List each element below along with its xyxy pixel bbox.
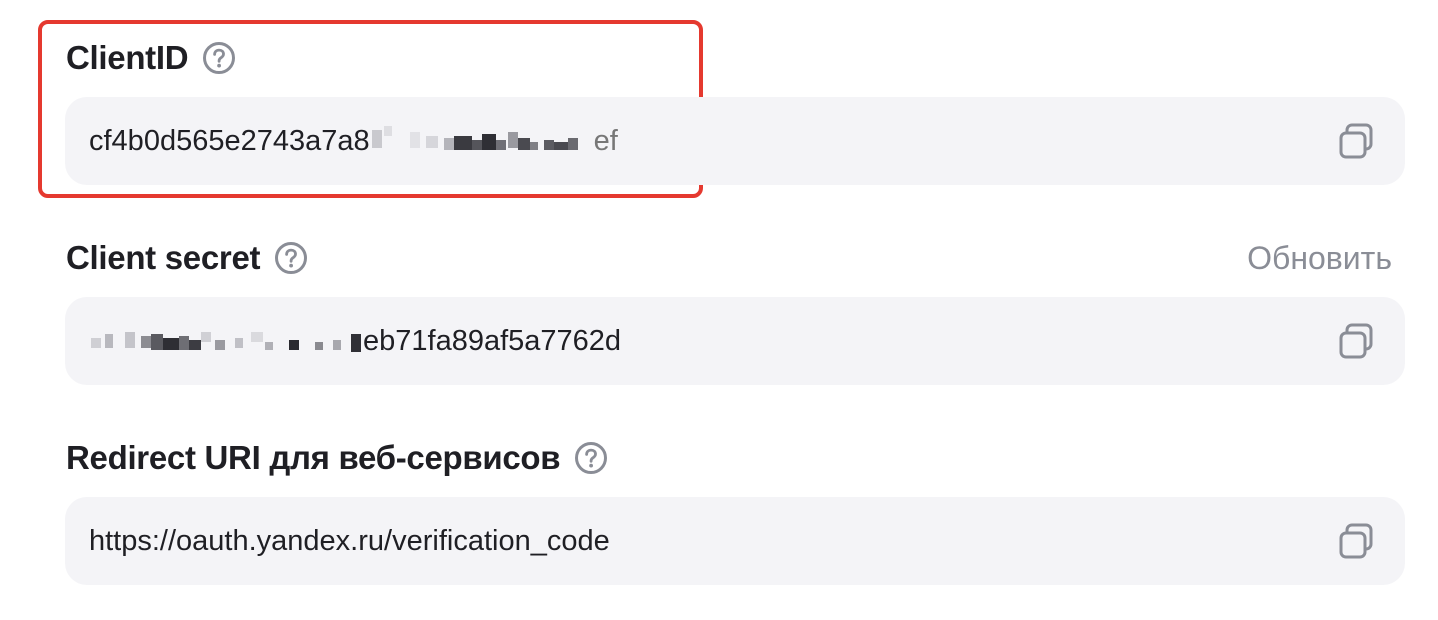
client-secret-obscured-pixelation: [89, 326, 363, 356]
clientid-value-prefix: cf4b0d565e2743a7a8: [89, 124, 370, 157]
client-secret-value-suffix: eb71fa89af5a7762d: [363, 324, 622, 357]
redirect-uri-label: Redirect URI для веб-сервисов: [66, 439, 561, 476]
redirect-uri-label-row: Redirect URI для веб-сервисов: [66, 436, 608, 480]
clientid-value-suffix: ef: [593, 124, 618, 157]
clientid-obscured-pixelation: [370, 126, 594, 156]
question-circle-icon[interactable]: [274, 241, 308, 275]
copy-icon[interactable]: [1337, 521, 1377, 561]
redirect-uri-field[interactable]: https://oauth.yandex.ru/verification_cod…: [65, 497, 1405, 585]
question-circle-icon[interactable]: [202, 41, 236, 75]
client-secret-field[interactable]: eb71fa89af5a7762d: [65, 297, 1405, 385]
redirect-uri-value: https://oauth.yandex.ru/verification_cod…: [89, 524, 610, 557]
copy-icon[interactable]: [1337, 321, 1377, 361]
client-secret-label: Client secret: [66, 239, 261, 276]
clientid-field[interactable]: cf4b0d565e2743a7a8 ef: [65, 97, 1405, 185]
copy-icon[interactable]: [1337, 121, 1377, 161]
refresh-secret-link[interactable]: Обновить: [1247, 236, 1392, 280]
client-secret-label-row: Client secret: [66, 236, 308, 280]
clientid-label: ClientID: [66, 39, 189, 76]
question-circle-icon[interactable]: [574, 441, 608, 475]
clientid-label-row: ClientID: [66, 36, 236, 80]
client-secret-value: eb71fa89af5a7762d: [89, 325, 621, 358]
clientid-value: cf4b0d565e2743a7a8 ef: [89, 125, 618, 158]
